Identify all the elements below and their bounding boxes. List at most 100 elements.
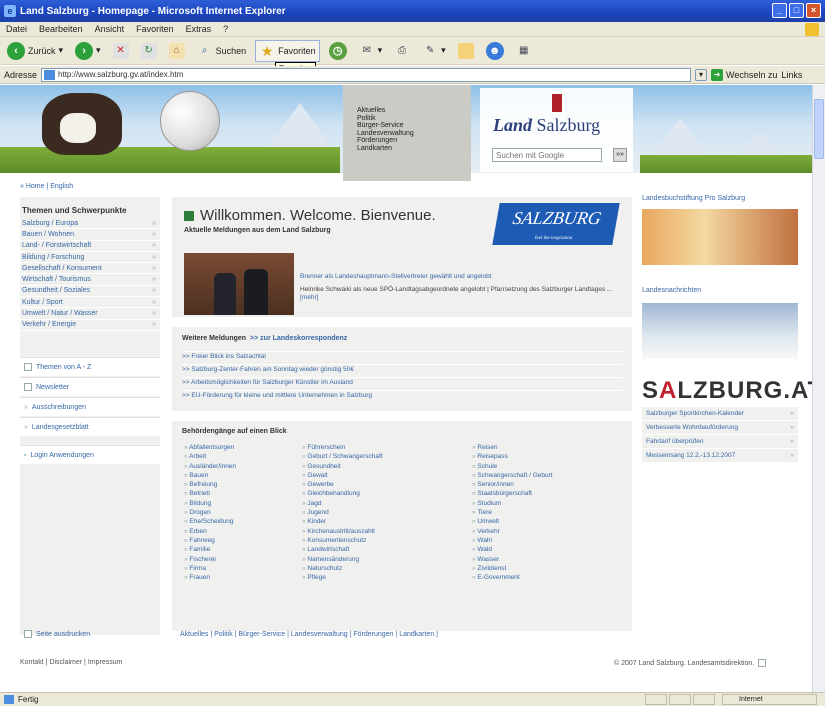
research-button[interactable]: ▦: [513, 40, 535, 62]
quicknav-item[interactable]: Bürger-Service: [357, 122, 471, 130]
search-button[interactable]: ⌕ Suchen: [194, 40, 250, 62]
stop-button[interactable]: ✕: [110, 40, 132, 62]
right-link-item[interactable]: Fahrtarif überprüfen»: [642, 435, 798, 449]
links-label[interactable]: Links: [781, 70, 802, 80]
forward-button[interactable]: › ▾: [72, 40, 104, 62]
service-link[interactable]: Bauen: [184, 471, 236, 480]
minimize-button[interactable]: _: [772, 3, 787, 18]
service-link[interactable]: Gesundheit: [302, 462, 383, 471]
service-link[interactable]: Bildung: [184, 499, 236, 508]
sidebar-link-newsletter[interactable]: Newsletter: [20, 377, 160, 396]
winter-landscape-photo[interactable]: [642, 303, 798, 359]
service-link[interactable]: Pflege: [302, 573, 383, 582]
service-link[interactable]: E-Government: [472, 573, 553, 582]
quicknav-item[interactable]: Aktuelles: [357, 107, 471, 115]
service-link[interactable]: Familie: [184, 545, 236, 554]
violin-photo[interactable]: [642, 209, 798, 265]
maximize-button[interactable]: □: [789, 3, 804, 18]
service-link[interactable]: Zivildienst: [472, 564, 553, 573]
messenger-button[interactable]: ☻: [483, 40, 507, 62]
back-button[interactable]: ‹ Zurück ▾: [4, 40, 66, 62]
service-link[interactable]: Arbeit: [184, 452, 236, 461]
favorites-button[interactable]: ★ Favoriten: [255, 39, 320, 62]
sidebar-item[interactable]: Kultur / Sport»: [20, 297, 160, 309]
sidebar-link-ausschreibungen[interactable]: » Ausschreibungen: [20, 397, 160, 416]
service-link[interactable]: Verkehr: [472, 527, 553, 536]
service-link[interactable]: Wald: [472, 545, 553, 554]
service-link[interactable]: Wahl: [472, 536, 553, 545]
service-link[interactable]: Erben: [184, 527, 236, 536]
menu-tools[interactable]: Extras: [186, 24, 212, 34]
folder-button[interactable]: [455, 40, 477, 62]
foundation-link[interactable]: Landesbuchstiftung Pro Salzburg: [642, 195, 798, 205]
vertical-scrollbar[interactable]: [812, 85, 825, 692]
menu-edit[interactable]: Bearbeiten: [39, 24, 83, 34]
menu-favorites[interactable]: Favoriten: [136, 24, 174, 34]
sidebar-link-themen[interactable]: Themen von A - Z: [20, 357, 160, 376]
service-link[interactable]: Geburt / Schwangerschaft: [302, 452, 382, 461]
land-salzburg-logo[interactable]: Land Salzburg: [493, 115, 600, 136]
service-link[interactable]: Ehe/Scheidung: [184, 517, 236, 526]
right-link-item[interactable]: Salzburger Sportkirchen-Kalender»: [642, 407, 798, 421]
print-button[interactable]: ⎙: [391, 40, 413, 62]
right-link-item[interactable]: Verbesserte Wohnbauförderung»: [642, 421, 798, 435]
address-dropdown[interactable]: ▾: [695, 68, 708, 81]
service-link[interactable]: Landwirtschaft: [302, 545, 383, 554]
service-link[interactable]: Gewalt: [302, 471, 383, 480]
service-link[interactable]: Tiere: [472, 508, 553, 517]
menu-view[interactable]: Ansicht: [95, 24, 125, 34]
service-link[interactable]: Staatsbürgerschaft: [472, 489, 553, 498]
service-link[interactable]: Reisen: [472, 443, 553, 452]
sidebar-item[interactable]: Salzburg / Europa»: [20, 218, 160, 230]
bottom-nav[interactable]: Aktuelles | Politik | Bürger-Service | L…: [180, 631, 438, 638]
service-link[interactable]: Gleichbehandlung: [302, 489, 383, 498]
footer-links[interactable]: Kontakt | Disclaimer | Impressum: [20, 659, 122, 666]
edit-button[interactable]: ✎ ▾: [419, 40, 449, 62]
sidebar-link-login[interactable]: ▪ Login Anwendungen: [20, 445, 160, 464]
history-button[interactable]: ◷: [326, 40, 350, 62]
service-link[interactable]: Schule: [472, 462, 553, 471]
salzburg-at-logo[interactable]: SALZBURG.AT: [642, 377, 812, 405]
mail-button[interactable]: ✉ ▾: [356, 40, 386, 62]
salzburg-brand-logo[interactable]: SALZBURG feel the inspiration: [492, 203, 620, 245]
service-link[interactable]: Kinder: [302, 517, 383, 526]
home-button[interactable]: ⌂: [166, 40, 188, 62]
up-arrow-icon[interactable]: [758, 659, 767, 667]
news-headline-link[interactable]: Brenner als Landeshauptmann-Stellvertret…: [300, 273, 620, 282]
close-button[interactable]: ×: [806, 3, 821, 18]
service-link[interactable]: Umwelt: [472, 517, 553, 526]
service-link[interactable]: Fahrweg: [184, 536, 236, 545]
sidebar-item[interactable]: Umwelt / Natur / Wasser»: [20, 308, 160, 320]
sidebar-item[interactable]: Gesundheit / Soziales»: [20, 286, 160, 298]
print-page-link[interactable]: Seite ausdrucken: [24, 630, 90, 638]
service-link[interactable]: Schwangerschaft / Geburt: [472, 471, 552, 480]
sidebar-item[interactable]: Gesellschaft / Konsument»: [20, 263, 160, 275]
quicknav-item[interactable]: Förderungen: [357, 137, 471, 145]
service-link[interactable]: Firma: [184, 564, 236, 573]
news-photo[interactable]: [184, 253, 294, 315]
sidebar-link-gesetzblatt[interactable]: » Landesgesetzblatt: [20, 417, 160, 436]
language-links[interactable]: » Home | English: [20, 183, 73, 190]
service-link[interactable]: Frauen: [184, 573, 236, 582]
quicknav-item[interactable]: Politik: [357, 115, 471, 123]
service-link[interactable]: Kirchenaustritt/auszahlt: [302, 527, 383, 536]
service-link[interactable]: Wasser: [472, 555, 553, 564]
search-submit-button[interactable]: »»: [613, 148, 627, 162]
sidebar-item[interactable]: Wirtschaft / Tourismus»: [20, 274, 160, 286]
service-link[interactable]: Naturschutz: [302, 564, 383, 573]
service-link[interactable]: Ausländer/innen: [184, 462, 236, 471]
news-list-item[interactable]: >> Arbeitsmöglichkeiten für Salzburger K…: [182, 377, 622, 387]
google-search-input[interactable]: [492, 148, 602, 162]
service-link[interactable]: Senior/innen: [472, 480, 553, 489]
news-list-item[interactable]: >> Salzburg-Zenter-Fahren am Sonntag wie…: [182, 364, 622, 374]
news-list-item[interactable]: >> EU-Förderung für kleine und mittlere …: [182, 390, 622, 400]
sidebar-item[interactable]: Bildung / Forschung»: [20, 252, 160, 264]
go-button[interactable]: ➜ Wechseln zu: [711, 68, 777, 81]
landesnachrichten-link[interactable]: Landesnachrichten: [642, 287, 701, 297]
menu-file[interactable]: Datei: [6, 24, 27, 34]
service-link[interactable]: Führerschein: [302, 443, 383, 452]
service-link[interactable]: Jagd: [302, 499, 383, 508]
quicknav-item[interactable]: Landkarten: [357, 145, 471, 153]
service-link[interactable]: Jugend: [302, 508, 383, 517]
menu-help[interactable]: ?: [223, 24, 228, 34]
